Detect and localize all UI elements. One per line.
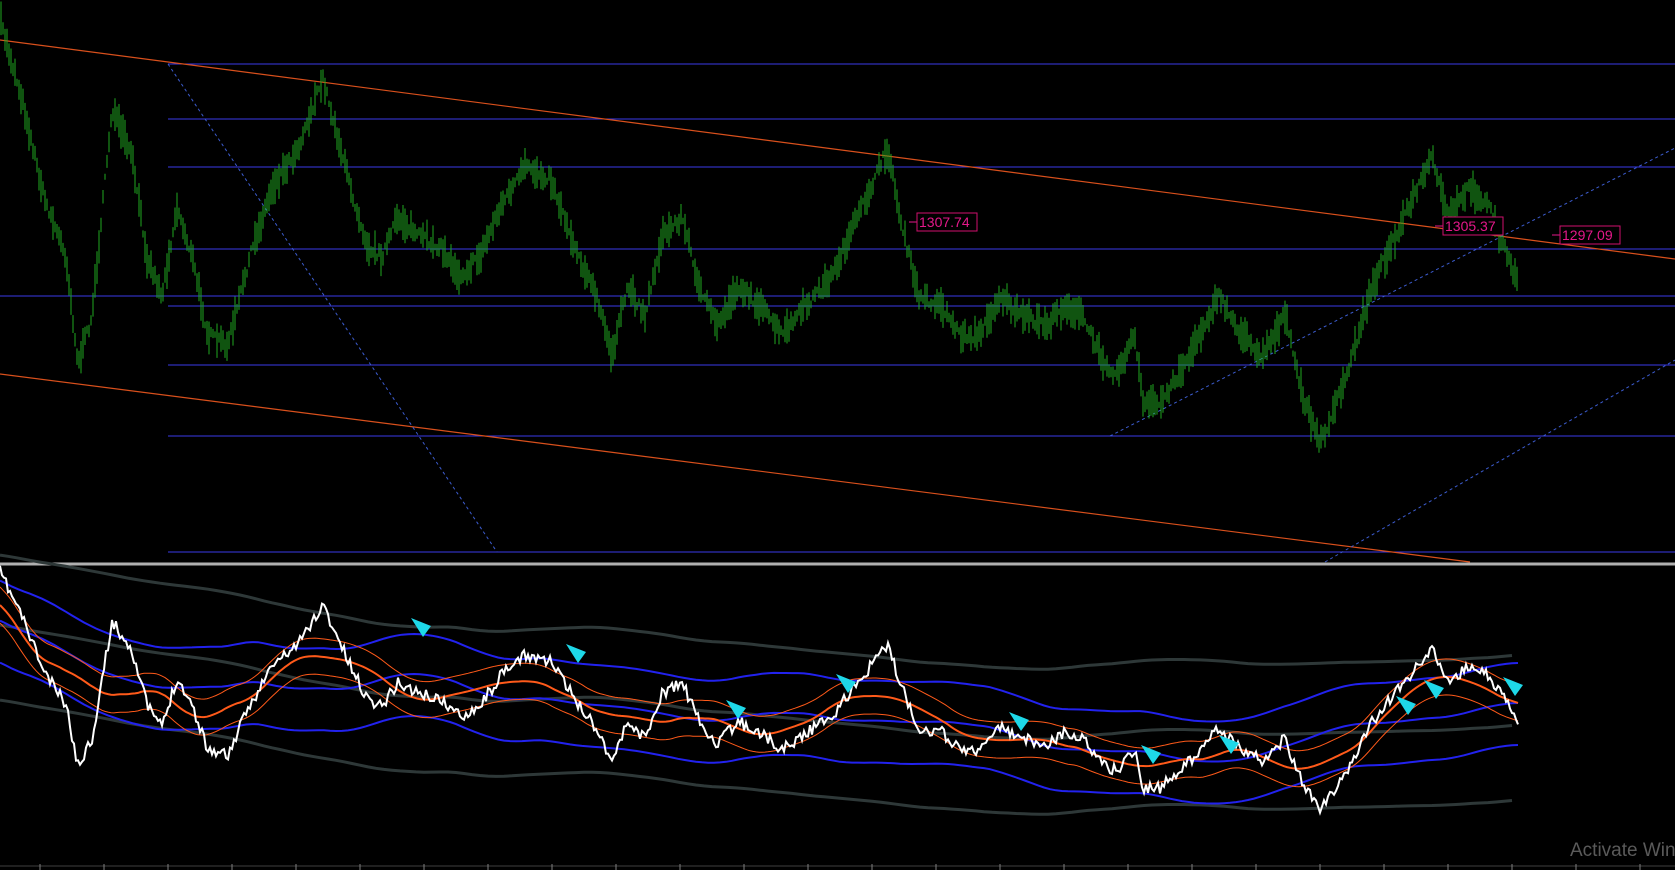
trading-chart-window[interactable]: 1307.74 1305.37 1297.09 Activate Windows (0, 0, 1675, 870)
price-chart-canvas[interactable]: 1307.74 1305.37 1297.09 (0, 0, 1675, 870)
price-tag-label: 1307.74 (919, 214, 970, 230)
price-tag: 1305.37 (1435, 216, 1504, 236)
chart-background (0, 0, 1675, 870)
price-tag-label: 1297.09 (1562, 227, 1613, 243)
price-tag: 1307.74 (909, 212, 978, 232)
price-tag: 1297.09 (1552, 225, 1621, 245)
price-tag-label: 1305.37 (1445, 218, 1496, 234)
activate-windows-watermark: Activate Windows (1570, 840, 1675, 861)
